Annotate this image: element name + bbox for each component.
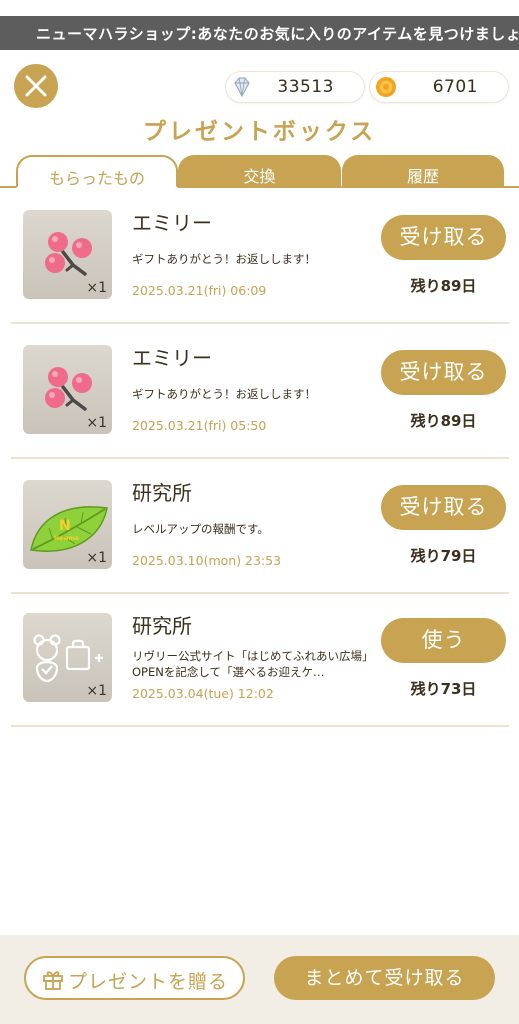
days-remaining: 残り89日 bbox=[410, 412, 477, 430]
svg-text:N: N bbox=[59, 518, 71, 534]
close-button[interactable] bbox=[14, 64, 58, 108]
gift-quantity: ×1 bbox=[86, 280, 107, 296]
claim-all-button[interactable]: まとめて受け取る bbox=[274, 956, 495, 1000]
days-remaining: 残り79日 bbox=[410, 547, 477, 565]
gift-sender: エミリー bbox=[132, 346, 212, 370]
gift-thumbnail: N Newma ×1 bbox=[23, 480, 112, 569]
gift-sender: 研究所 bbox=[132, 481, 192, 505]
gift-thumbnail: ×1 bbox=[23, 210, 112, 299]
days-remaining: 残り89日 bbox=[410, 277, 477, 295]
gift-date: 2025.03.04(tue) 12:02 bbox=[132, 686, 274, 701]
gift-date: 2025.03.10(mon) 23:53 bbox=[132, 553, 282, 568]
gift-thumbnail: ×1 bbox=[23, 613, 112, 702]
tab-received[interactable]: もらったもの bbox=[16, 155, 178, 188]
gift-date: 2025.03.21(fri) 06:09 bbox=[132, 283, 267, 298]
gift-message: ギフトありがとう！お返しします！ bbox=[132, 387, 316, 401]
gift-row: N Newma ×1 研究所 レベルアップの報酬です。 2025.03.10(m… bbox=[11, 459, 509, 594]
gift-date: 2025.03.21(fri) 05:50 bbox=[132, 418, 267, 433]
coin-icon bbox=[376, 77, 396, 97]
gift-message: ギフトありがとう！お返しします！ bbox=[132, 252, 316, 266]
send-gift-button[interactable]: プレゼントを贈る bbox=[24, 956, 245, 1000]
gem-count: 33513 bbox=[277, 77, 334, 97]
banner-text: ニューマハラショップ:あなたのお気に入りのアイテムを見つけましょう bbox=[36, 25, 519, 43]
gift-row: ×1 エミリー ギフトありがとう！お返しします！ 2025.03.21(fri)… bbox=[11, 324, 509, 459]
announcement-banner[interactable]: ニューマハラショップ:あなたのお気に入りのアイテムを見つけましょう bbox=[0, 16, 519, 50]
gift-icon bbox=[43, 971, 63, 990]
gift-row: ×1 エミリー ギフトありがとう！お返しします！ 2025.03.21(fri)… bbox=[11, 189, 509, 324]
claim-button[interactable]: 受け取る bbox=[381, 215, 506, 260]
tab-history[interactable]: 履歴 bbox=[342, 155, 504, 188]
tab-exchange[interactable]: 交換 bbox=[178, 155, 341, 188]
gift-message: レベルアップの報酬です。 bbox=[132, 522, 269, 536]
gift-thumbnail: ×1 bbox=[23, 345, 112, 434]
gift-sender: 研究所 bbox=[132, 614, 192, 638]
use-button[interactable]: 使う bbox=[381, 618, 506, 663]
gift-quantity: ×1 bbox=[86, 550, 107, 566]
svg-text:Newma: Newma bbox=[54, 535, 79, 542]
gem-balance[interactable]: 33513 bbox=[226, 72, 364, 102]
send-gift-label: プレゼントを贈る bbox=[68, 971, 229, 993]
close-icon bbox=[25, 75, 47, 97]
gift-sender: エミリー bbox=[132, 211, 212, 235]
claim-button[interactable]: 受け取る bbox=[381, 485, 506, 530]
page-title: プレゼントボックス bbox=[142, 119, 377, 145]
gift-message: リヴリー公式サイト「はじめてふれあい広場」OPENを記念して「選べるお迎えケ… bbox=[132, 649, 368, 679]
days-remaining: 残り73日 bbox=[410, 680, 477, 698]
diamond-icon bbox=[234, 77, 250, 98]
coin-balance[interactable]: 6701 bbox=[370, 72, 508, 102]
coin-count: 6701 bbox=[432, 77, 478, 97]
gift-quantity: ×1 bbox=[86, 415, 107, 431]
gift-row: ×1 研究所 リヴリー公式サイト「はじめてふれあい広場」OPENを記念して「選べ… bbox=[11, 592, 509, 727]
gift-quantity: ×1 bbox=[86, 683, 107, 699]
footer-bar: プレゼントを贈る まとめて受け取る bbox=[0, 935, 519, 1024]
claim-button[interactable]: 受け取る bbox=[381, 350, 506, 395]
